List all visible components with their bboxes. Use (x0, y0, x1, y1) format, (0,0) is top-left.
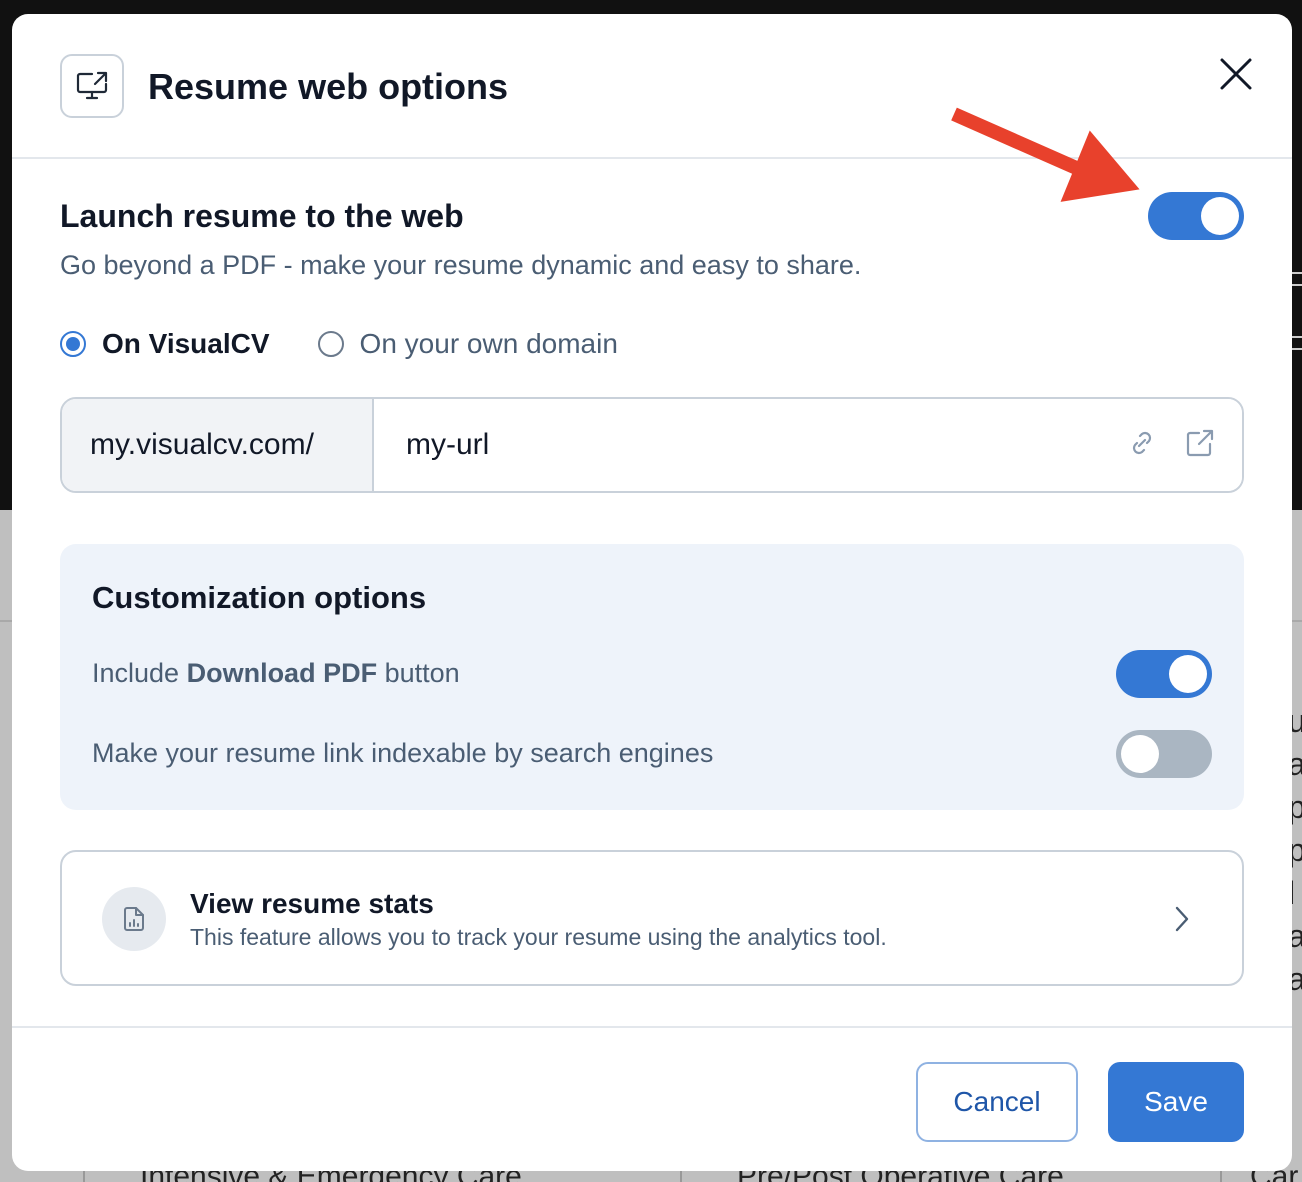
annotation-arrow-icon (951, 107, 1140, 202)
monitor-share-icon (60, 54, 124, 118)
url-input[interactable] (374, 399, 1242, 491)
option-prefix: Include (92, 658, 187, 688)
cancel-button[interactable]: Cancel (916, 1062, 1078, 1142)
chevron-right-icon (1168, 902, 1196, 936)
launch-subtitle: Go beyond a PDF - make your resume dynam… (60, 250, 862, 280)
view-resume-stats-card[interactable]: View resume stats This feature allows yo… (60, 850, 1244, 986)
url-field: my.visualcv.com/ (60, 397, 1244, 493)
save-button[interactable]: Save (1108, 1062, 1244, 1142)
url-actions (1124, 425, 1218, 461)
radio-label: On your own domain (359, 328, 618, 359)
toggle-knob (1201, 197, 1239, 235)
stats-title: View resume stats (190, 888, 434, 919)
option-indexable-label: Make your resume link indexable by searc… (92, 738, 714, 768)
stats-subtitle: This feature allows you to track your re… (190, 924, 887, 950)
launch-toggle[interactable] (1148, 192, 1244, 240)
hosting-radio-group: On VisualCV On your own domain (60, 328, 666, 360)
radio-on-visualcv[interactable]: On VisualCV (60, 328, 270, 360)
toggle-knob (1169, 655, 1207, 693)
radio-checked-icon[interactable] (60, 331, 86, 357)
option-download-pdf-label: Include Download PDF button (92, 658, 460, 689)
analytics-file-icon (102, 887, 166, 951)
url-prefix: my.visualcv.com/ (62, 399, 374, 491)
customization-title: Customization options (92, 580, 427, 615)
option-suffix: button (377, 658, 460, 688)
toggle-knob (1121, 735, 1159, 773)
link-icon[interactable] (1124, 425, 1160, 461)
launch-title: Launch resume to the web (60, 198, 464, 234)
option-bold: Download PDF (186, 658, 378, 688)
external-link-icon[interactable] (1182, 425, 1218, 461)
close-icon[interactable] (1212, 50, 1260, 98)
radio-unchecked-icon[interactable] (317, 331, 344, 357)
customization-panel: Customization options Include Download P… (60, 544, 1244, 810)
indexable-toggle[interactable] (1116, 730, 1212, 778)
download-pdf-toggle[interactable] (1116, 650, 1212, 698)
radio-label: On VisualCV (102, 328, 270, 359)
radio-own-domain[interactable]: On your own domain (317, 328, 618, 360)
modal-footer: Cancel Save (12, 1026, 1292, 1171)
modal-title: Resume web options (148, 66, 509, 107)
